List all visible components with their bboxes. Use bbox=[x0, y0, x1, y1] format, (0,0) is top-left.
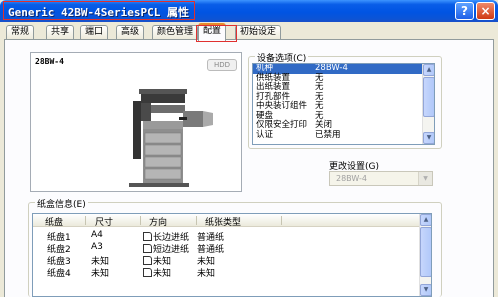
page-icon bbox=[143, 244, 152, 253]
change-setting-value: 28BW-4 bbox=[336, 174, 367, 183]
change-setting-select[interactable]: 28BW-4 ▼ bbox=[329, 171, 433, 186]
option-item[interactable]: 仅限安全打印 关闭 bbox=[253, 120, 434, 131]
column-divider[interactable] bbox=[196, 216, 197, 225]
tab-advanced[interactable]: 高级 bbox=[116, 25, 145, 40]
page-icon bbox=[143, 268, 152, 277]
page-icon bbox=[143, 232, 152, 241]
table-row[interactable]: 纸盘4 未知 未知 未知 bbox=[33, 265, 421, 279]
tab-general[interactable]: 常规 bbox=[6, 25, 35, 40]
tab-color-management[interactable]: 颜色管理 bbox=[152, 25, 199, 40]
option-item[interactable]: 认证 已禁用 bbox=[253, 130, 434, 141]
scroll-up-icon[interactable]: ▲ bbox=[423, 64, 434, 76]
close-button[interactable]: × bbox=[476, 2, 495, 20]
device-options-list[interactable]: 机种 28BW-4 供纸装置 无 出纸装置 无 打孔部件 无 中央装订组件 无 … bbox=[252, 63, 435, 145]
title-highlight-box bbox=[3, 1, 195, 20]
options-scrollbar[interactable]: ▲ ▼ bbox=[422, 64, 434, 144]
table-header: 纸盘 尺寸 方向 纸张类型 bbox=[33, 214, 421, 228]
table-row[interactable]: 纸盘3 未知 未知 未知 bbox=[33, 253, 421, 267]
scroll-down-icon[interactable]: ▼ bbox=[423, 132, 434, 144]
paper-table[interactable]: 纸盘 尺寸 方向 纸张类型 纸盘1 A4 长边进纸 普通纸 纸盘2 A3 短边进… bbox=[32, 213, 432, 297]
tab-initial-settings[interactable]: 初始设定 bbox=[235, 25, 282, 40]
column-divider[interactable] bbox=[281, 216, 282, 225]
scroll-up-icon[interactable]: ▲ bbox=[420, 214, 431, 226]
tab-strip: 常规 共享 端口 高级 颜色管理 配置 初始设定 bbox=[0, 23, 498, 41]
column-divider[interactable] bbox=[140, 216, 141, 225]
table-row[interactable]: 纸盘1 A4 长边进纸 普通纸 bbox=[33, 229, 421, 243]
printer-preview: 28BW-4 HDD bbox=[30, 52, 242, 192]
column-header-size[interactable]: 尺寸 bbox=[95, 215, 113, 228]
title-bar[interactable]: Generic 42BW-4SeriesPCL 属性 ? × bbox=[0, 0, 498, 22]
column-header-tray[interactable]: 纸盘 bbox=[45, 215, 63, 228]
scroll-thumb[interactable] bbox=[420, 227, 431, 277]
option-item[interactable]: 中央装订组件 无 bbox=[253, 101, 434, 112]
scroll-down-icon[interactable]: ▼ bbox=[420, 284, 431, 296]
printer-icon bbox=[129, 89, 213, 187]
tab-ports[interactable]: 端口 bbox=[80, 25, 109, 40]
help-button[interactable]: ? bbox=[455, 2, 474, 20]
chevron-down-icon[interactable]: ▼ bbox=[418, 172, 432, 185]
tab-highlight-box bbox=[196, 25, 237, 42]
column-header-orientation[interactable]: 方向 bbox=[149, 215, 167, 228]
paper-info-title: 纸盒信息(E) bbox=[35, 197, 88, 210]
tab-sharing[interactable]: 共享 bbox=[46, 25, 75, 40]
table-row[interactable]: 纸盘2 A3 短边进纸 普通纸 bbox=[33, 241, 421, 255]
scroll-thumb[interactable] bbox=[423, 77, 434, 117]
column-divider[interactable] bbox=[85, 216, 86, 225]
page-icon bbox=[143, 256, 152, 265]
column-header-paper-type[interactable]: 纸张类型 bbox=[205, 215, 241, 228]
paper-table-scrollbar[interactable]: ▲ ▼ bbox=[419, 214, 431, 296]
